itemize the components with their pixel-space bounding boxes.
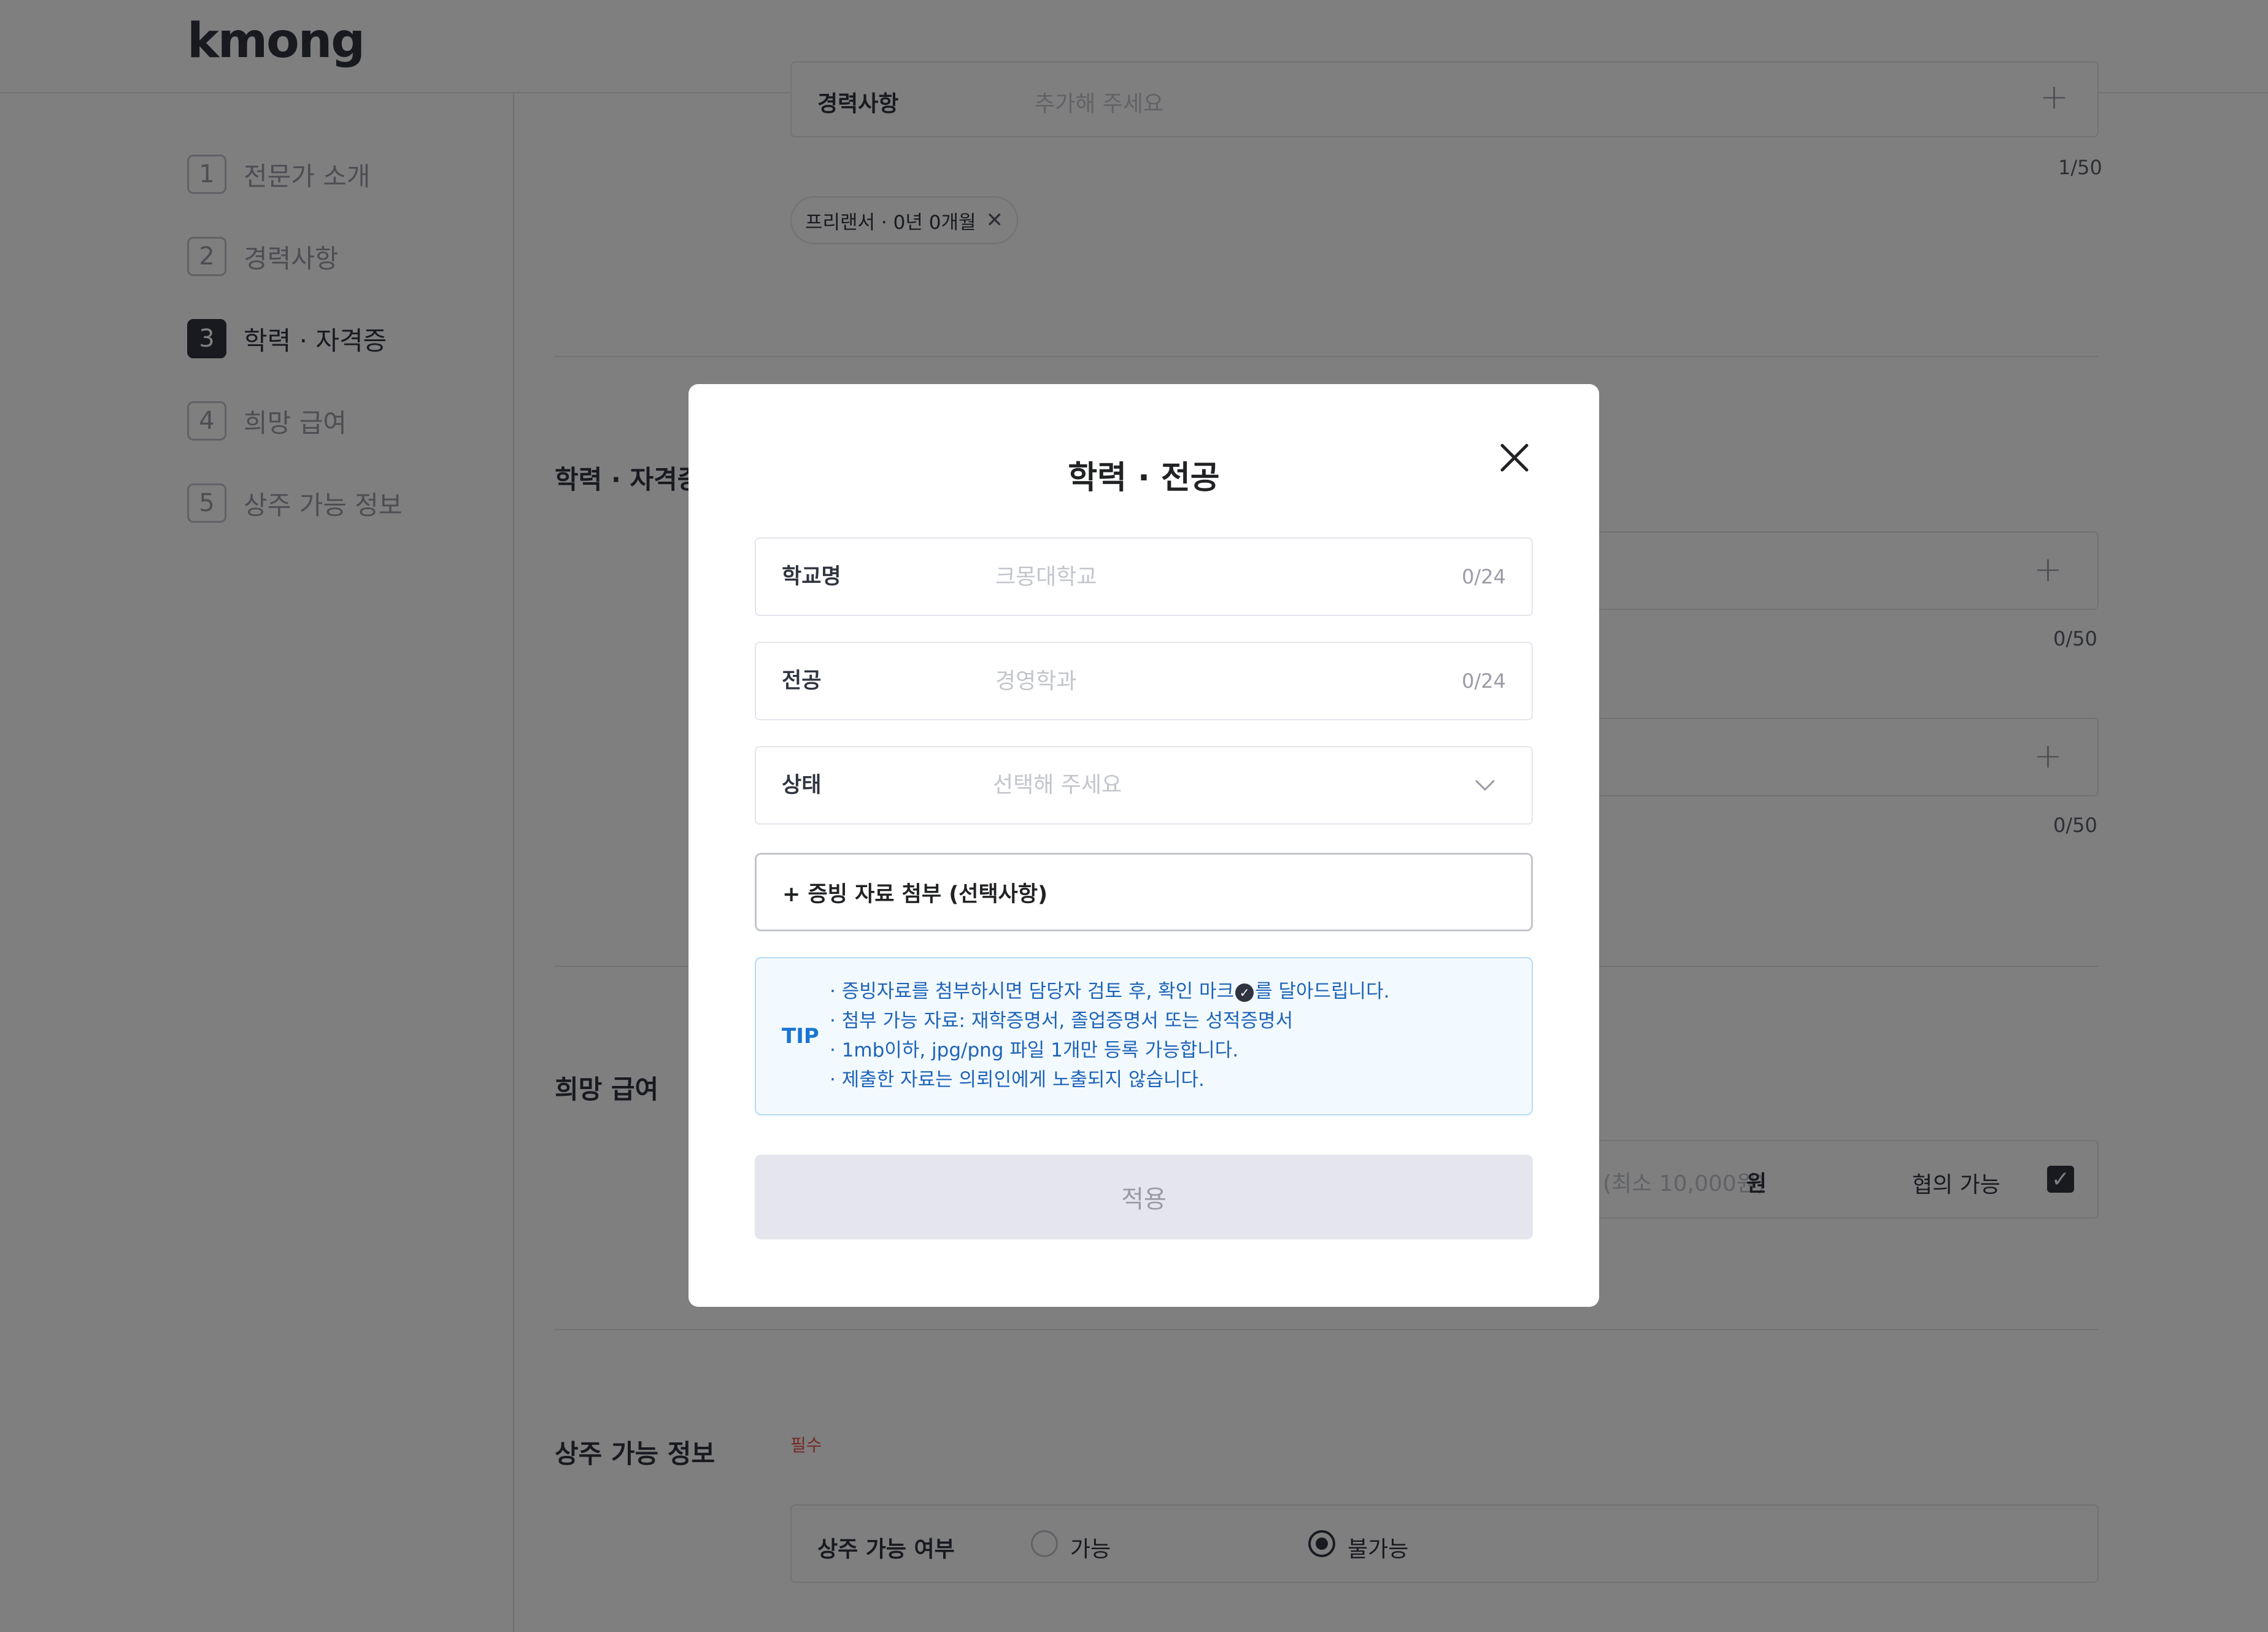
verified-badge-icon: ✓ [1235, 983, 1254, 1002]
status-select[interactable]: 상태 선택해 주세요 [755, 746, 1533, 825]
tip-line: · 1mb이하, jpg/png 파일 1개만 등록 가능합니다. [830, 1039, 1239, 1061]
tip-text: · 증빙자료를 첨부하시면 담당자 검토 후, 확인 마크 [830, 980, 1235, 1003]
tip-line: · 증빙자료를 첨부하시면 담당자 검토 후, 확인 마크 ✓ 를 달아드립니다. [830, 977, 1389, 1006]
school-name-input[interactable] [995, 539, 1425, 615]
tip-box: TIP · 증빙자료를 첨부하시면 담당자 검토 후, 확인 마크 ✓ 를 달아드립… [755, 957, 1533, 1115]
modal-title: 학력 · 전공 [1068, 460, 1220, 496]
major-input[interactable] [995, 643, 1425, 719]
tip-lines: · 증빙자료를 첨부하시면 담당자 검토 후, 확인 마크 ✓ 를 달아드립니다. … [830, 977, 1389, 1095]
tip-line: · 첨부 가능 자료: 재학증명서, 졸업증명서 또는 성적증명서 [830, 1010, 1294, 1032]
school-name-counter: 0/24 [1462, 565, 1506, 588]
education-modal: 학력 · 전공 학교명 0/24 전공 0/24 상태 선택해 주세요 + 증빙… [688, 384, 1599, 1307]
school-name-field: 학교명 0/24 [755, 537, 1533, 616]
status-label: 상태 [782, 773, 822, 798]
major-counter: 0/24 [1462, 669, 1506, 693]
close-icon [1500, 444, 1529, 472]
tip-label: TIP [782, 1024, 819, 1049]
apply-button[interactable]: 적용 [755, 1155, 1533, 1239]
major-label: 전공 [782, 669, 822, 693]
attach-proof-button[interactable]: + 증빙 자료 첨부 (선택사항) [755, 853, 1533, 931]
chevron-down-icon [1475, 780, 1495, 791]
school-name-label: 학교명 [782, 564, 841, 589]
tip-text: 를 달아드립니다. [1255, 980, 1390, 1003]
status-select-value: 선택해 주세요 [993, 772, 1122, 798]
major-field: 전공 0/24 [755, 642, 1533, 720]
close-button[interactable] [1492, 436, 1537, 480]
tip-line: · 제출한 자료는 의뢰인에게 노출되지 않습니다. [830, 1069, 1205, 1091]
